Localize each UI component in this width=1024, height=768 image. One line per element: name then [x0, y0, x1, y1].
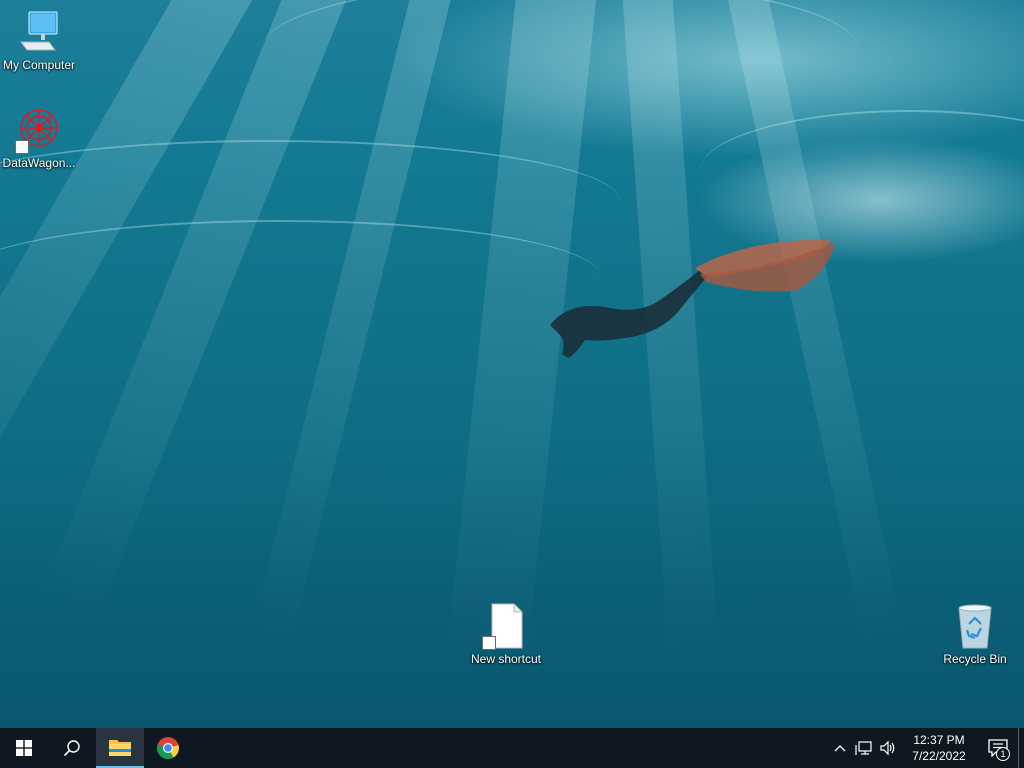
chevron-up-icon	[834, 745, 846, 752]
taskbar-file-explorer[interactable]	[96, 728, 144, 768]
folder-icon	[109, 740, 131, 756]
search-button[interactable]	[48, 728, 96, 768]
datawagon-icon	[15, 106, 63, 154]
system-tray: 12:37 PM 7/22/2022 1	[828, 728, 1024, 768]
desktop-icon-new-shortcut[interactable]: New shortcut	[467, 602, 545, 666]
clock-time: 12:37 PM	[913, 733, 965, 747]
desktop-icon-datawagon[interactable]: DataWagon...	[0, 106, 78, 170]
action-center-button[interactable]: 1	[978, 728, 1018, 768]
desktop-icon-label: DataWagon...	[2, 156, 76, 170]
clock-date: 7/22/2022	[912, 749, 966, 763]
desktop-icon-recycle-bin[interactable]: Recycle Bin	[936, 602, 1014, 666]
swimmer-image	[550, 239, 835, 358]
desktop-background[interactable]: My Computer DataWagon... New shortcut Re…	[0, 0, 1024, 728]
desktop-icon-my-computer[interactable]: My Computer	[0, 8, 78, 72]
chrome-icon	[156, 737, 179, 759]
desktop-icon-label: My Computer	[2, 58, 76, 72]
desktop-icon-label: New shortcut	[470, 652, 542, 666]
search-icon	[63, 740, 80, 757]
water-wave	[700, 110, 1024, 232]
notification-count-badge: 1	[996, 747, 1010, 761]
show-hidden-icons-button[interactable]	[828, 728, 852, 768]
shortcut-arrow-icon	[15, 140, 29, 154]
desktop-icon-label: Recycle Bin	[943, 652, 1007, 666]
network-button[interactable]	[852, 728, 876, 768]
clock[interactable]: 12:37 PM 7/22/2022	[904, 732, 974, 764]
file-shortcut-icon	[482, 602, 530, 650]
light-ray	[0, 0, 266, 688]
recycle-bin-icon	[951, 602, 999, 650]
windows-logo-icon	[16, 740, 32, 756]
computer-icon	[15, 8, 63, 56]
volume-button[interactable]	[876, 728, 900, 768]
network-icon	[855, 741, 872, 755]
start-button[interactable]	[0, 728, 48, 768]
show-desktop-button[interactable]	[1018, 728, 1024, 768]
volume-icon	[880, 740, 895, 756]
taskbar: 12:37 PM 7/22/2022 1	[0, 728, 1024, 768]
taskbar-google-chrome[interactable]	[144, 728, 192, 768]
shortcut-arrow-icon	[482, 636, 496, 650]
